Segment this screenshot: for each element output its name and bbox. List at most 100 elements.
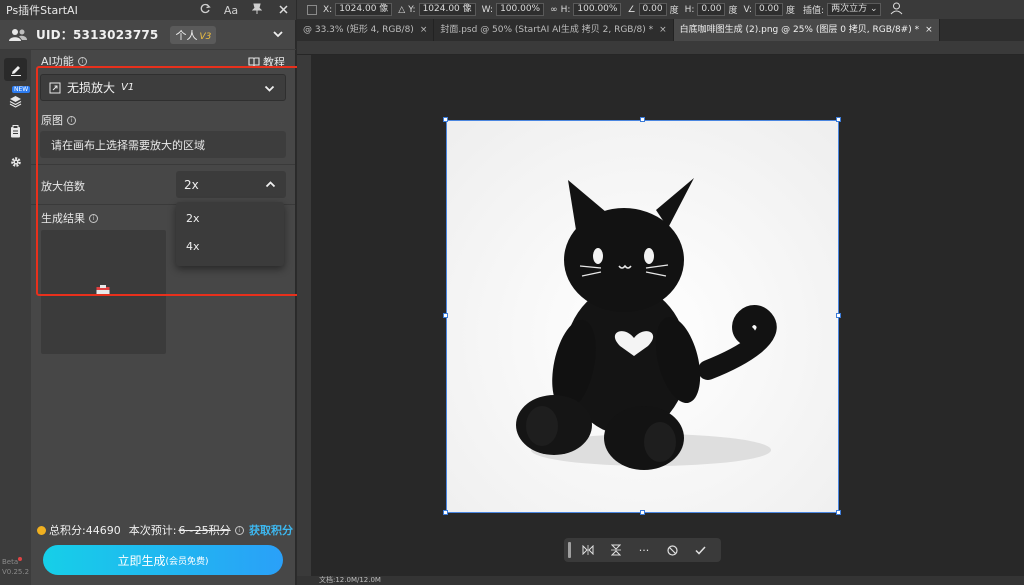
generate-sub-label: (会员免费) (165, 556, 209, 567)
warp-icon[interactable] (890, 2, 903, 18)
coin-icon (37, 525, 46, 535)
close-tab-icon[interactable]: × (925, 25, 933, 35)
get-points-link[interactable]: 获取积分 (249, 522, 293, 538)
triangle-icon: △ (398, 4, 406, 15)
gear-icon (10, 156, 21, 167)
document-tabs: @ 33.3% (矩形 4, RGB/8) × 封面.psd @ 50% (Sta… (297, 19, 1024, 41)
doc-tab-label: 白底咖啡图生成 (2).png @ 25% (图层 0 拷贝, RGB/8#) … (679, 25, 920, 35)
commit-check-icon[interactable] (689, 541, 711, 559)
transform-handle-l[interactable] (443, 313, 448, 318)
feature-content: AI功能 i 教程 无损放大 V1 原图 i 请在画布上选择需要放大的区域 放大… (31, 50, 295, 585)
image-placeholder-icon (96, 285, 110, 296)
reference-point-checkbox[interactable] (307, 4, 317, 15)
edit-tool-button[interactable] (4, 58, 27, 81)
update-dot (18, 557, 23, 561)
points-value: 44690 (85, 523, 121, 537)
hskew-label: H: (684, 4, 695, 15)
transform-handle-tr[interactable] (836, 117, 841, 122)
interp-value: 两次立方 (831, 4, 868, 14)
estimate-range: 6~25积分 (178, 524, 231, 537)
feature-select[interactable]: 无损放大 V1 (40, 74, 286, 101)
tutorial-link[interactable]: 教程 (248, 54, 285, 70)
link-icon[interactable]: ∞ (550, 5, 558, 15)
source-hint: 请在画布上选择需要放大的区域 (51, 138, 205, 152)
startai-panel: Ps插件StartAI Aa UID： 5313023775 个人V3 NEW (0, 0, 296, 585)
pencil-icon (10, 65, 21, 76)
vskew-field[interactable]: 0.00 (754, 3, 783, 16)
y-field[interactable]: 1024.00 像 (418, 3, 476, 16)
feature-name: 无损放大 (67, 81, 116, 95)
more-options-icon[interactable]: ··· (633, 541, 655, 559)
status-bar: 文档:12.0M/12.0M (297, 576, 1024, 585)
vertical-ruler (297, 55, 311, 576)
layers-icon (9, 96, 22, 108)
transform-handle-br[interactable] (836, 510, 841, 515)
flip-horizontal-icon[interactable] (577, 541, 599, 559)
contextual-toolbar: ··· (564, 538, 721, 562)
w-label: W: (481, 4, 494, 15)
h-label: H: (560, 4, 571, 15)
scale-select[interactable]: 2x (176, 171, 286, 198)
x-field[interactable]: 1024.00 像 (335, 3, 393, 16)
panel-titlebar: Ps插件StartAI Aa (0, 0, 296, 20)
version-info: Beta V0.25.2 (2, 557, 29, 577)
w-field[interactable]: 100.00% (496, 3, 545, 16)
uid-label: UID： (36, 28, 73, 42)
result-header: 生成结果 i (41, 210, 98, 226)
tier-badge: 个人 V3 (170, 25, 217, 44)
hskew-unit: 度 (728, 6, 738, 16)
beta-label: Beta (2, 558, 19, 566)
flip-vertical-icon[interactable] (605, 541, 627, 559)
doc-tab[interactable]: @ 33.3% (矩形 4, RGB/8) × (297, 19, 435, 41)
tier-name: 个人 (175, 28, 198, 42)
horizontal-ruler (297, 41, 1024, 55)
info-icon[interactable]: i (89, 213, 98, 223)
scale-option-2x[interactable]: 2x (186, 212, 200, 225)
scale-value: 2x (184, 177, 199, 192)
angle-field[interactable]: 0.00 (638, 3, 667, 16)
cancel-icon[interactable] (661, 541, 683, 559)
transform-handle-b[interactable] (640, 510, 645, 515)
scale-option-4x[interactable]: 4x (186, 240, 200, 253)
close-icon[interactable] (270, 4, 296, 17)
h-field[interactable]: 100.00% (573, 3, 622, 16)
clipboard-tool-button[interactable] (4, 120, 27, 143)
font-size-icon[interactable]: Aa (218, 4, 244, 17)
hskew-field[interactable]: 0.00 (697, 3, 726, 16)
info-icon[interactable]: i (67, 115, 76, 125)
book-icon (248, 57, 260, 67)
doc-tab-active[interactable]: 白底咖啡图生成 (2).png @ 25% (图层 0 拷贝, RGB/8#) … (673, 19, 940, 41)
transform-bounding-box[interactable] (446, 120, 839, 513)
angle-icon: ∠ (627, 4, 636, 15)
divider (31, 164, 295, 165)
feature-version: V1 (121, 82, 135, 93)
transform-handle-bl[interactable] (443, 510, 448, 515)
transform-handle-tl[interactable] (443, 117, 448, 122)
chevron-down-icon (264, 85, 275, 92)
settings-tool-button[interactable] (4, 150, 27, 173)
scale-header: 放大倍数 (41, 178, 85, 194)
generate-button[interactable]: 立即生成 (会员免费) (43, 545, 283, 575)
pin-icon[interactable] (244, 3, 270, 17)
info-icon[interactable]: i (234, 525, 244, 535)
side-rail: NEW Beta V0.25.2 (0, 50, 31, 585)
doc-tab[interactable]: 封面.psd @ 50% (StartAI AI生成 拷贝 2, RGB/8) … (434, 19, 674, 41)
options-bar: X: 1024.00 像 △ Y: 1024.00 像 W: 100.00% ∞… (297, 0, 1024, 19)
scale-dropdown: 2x 4x (176, 202, 284, 266)
points-label: 总积分: (49, 524, 86, 537)
info-icon[interactable]: i (77, 56, 87, 66)
transform-handle-r[interactable] (836, 313, 841, 318)
layers-tool-button[interactable] (4, 90, 27, 113)
close-tab-icon[interactable]: × (420, 25, 428, 35)
vskew-unit: 度 (786, 6, 796, 16)
transform-handle-t[interactable] (640, 117, 645, 122)
close-tab-icon[interactable]: × (659, 25, 667, 35)
interp-select[interactable]: 两次立方 ⌄ (827, 3, 882, 16)
chevron-down-icon[interactable] (272, 28, 284, 40)
version-label: V0.25.2 (2, 568, 30, 576)
refresh-icon[interactable] (192, 3, 218, 17)
user-bar: UID： 5313023775 个人 V3 (0, 20, 296, 50)
enlarge-icon (49, 82, 61, 93)
points-row: 总积分: 44690 本次预计: 6~25积分 i 获取积分 (37, 522, 293, 538)
drag-handle[interactable] (568, 542, 571, 558)
